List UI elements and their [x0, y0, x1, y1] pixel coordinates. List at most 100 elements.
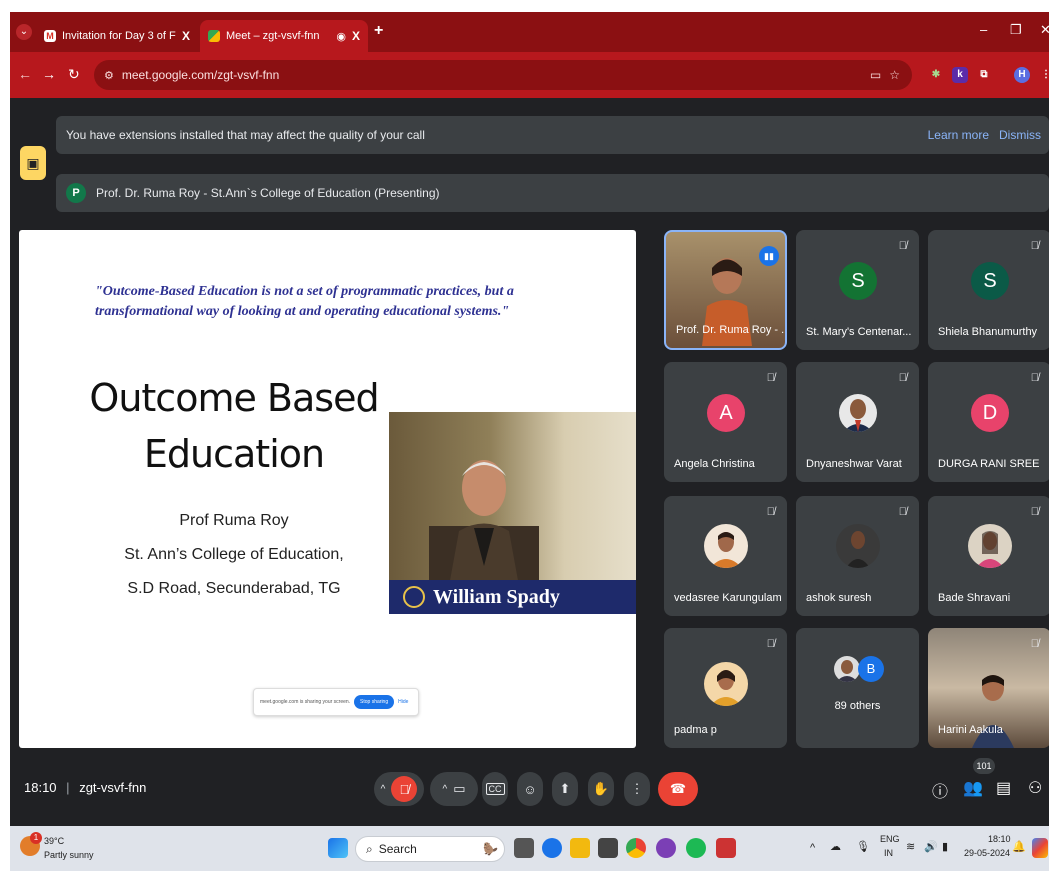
tab-close-button[interactable]: X	[182, 29, 190, 43]
mic-off-icon: 🎙̸	[898, 372, 907, 384]
chrome-icon[interactable]	[626, 838, 646, 858]
app-icon[interactable]	[716, 838, 736, 858]
participant-tile[interactable]: 🎙̸ ashok suresh	[796, 496, 919, 616]
participant-tile[interactable]: 🎙̸ Harini Aakula	[928, 628, 1049, 748]
taskbar-search[interactable]: ⌕ Search 🦫	[355, 836, 505, 862]
forward-icon[interactable]: →	[42, 66, 56, 82]
dismiss-button[interactable]: Dismiss	[999, 128, 1041, 142]
participant-tile[interactable]: 🎙̸ vedasree Karungulam	[664, 496, 787, 616]
search-highlight-icon: 🦫	[483, 842, 498, 856]
close-window-icon[interactable]: ✕	[1040, 22, 1049, 38]
participant-tile[interactable]: 🎙̸ Dnyaneshwar Varat	[796, 362, 919, 482]
stop-sharing-button[interactable]: Stop sharing	[354, 695, 395, 709]
meeting-time: 18:10	[24, 780, 57, 795]
back-icon[interactable]: ←	[18, 66, 32, 82]
hide-button[interactable]: Hide	[398, 699, 408, 705]
avatar	[839, 394, 877, 432]
participant-name: Bade Shravani	[938, 592, 1011, 604]
avatar	[834, 656, 860, 682]
screen-share-indicator-icon[interactable]: ▣	[20, 146, 46, 180]
mic-icon[interactable]: 🎙	[856, 840, 870, 853]
clock-date[interactable]: 29-05-2024	[964, 848, 1010, 858]
recording-icon: ◉	[336, 30, 346, 43]
slide-title-line1: Outcome Based	[89, 376, 379, 420]
slide-author: Prof Ruma Roy St. Ann’s College of Educa…	[79, 504, 389, 606]
emoji-button[interactable]: ☺	[517, 772, 543, 806]
battery-icon[interactable]: ▮	[942, 840, 948, 853]
participant-tile[interactable]: 🎙̸ A Angela Christina	[664, 362, 787, 482]
chat-icon[interactable]: ▤	[996, 778, 1011, 798]
file-explorer-icon[interactable]	[570, 838, 590, 858]
reload-icon[interactable]: ↻	[68, 66, 80, 83]
participant-tile[interactable]: 🎙̸ Bade Shravani	[928, 496, 1049, 616]
task-view-icon[interactable]	[514, 838, 534, 858]
new-tab-button[interactable]: +	[374, 22, 383, 40]
volume-icon[interactable]: 🔊	[924, 840, 938, 853]
camera-control[interactable]: ^ ▭	[430, 772, 478, 806]
language-line1[interactable]: ENG	[880, 834, 900, 844]
profile-avatar[interactable]: H	[1014, 67, 1030, 83]
others-tile[interactable]: B 89 others	[796, 628, 919, 748]
participant-tile[interactable]: 🎙̸ D DURGA RANI SREE	[928, 362, 1049, 482]
store-icon[interactable]	[598, 838, 618, 858]
extensions-puzzle-icon[interactable]: ⧉	[976, 67, 992, 83]
learn-more-link[interactable]: Learn more	[928, 128, 989, 142]
participant-name: padma p	[674, 724, 717, 736]
raise-hand-button[interactable]: ✋	[588, 772, 614, 806]
chevron-up-icon[interactable]: ^	[381, 784, 386, 795]
tab-close-button[interactable]: X	[352, 29, 360, 43]
tab-meet[interactable]: Meet – zgt-vsvf-fnn ◉ X	[200, 20, 368, 52]
slide-title-line2: Education	[143, 432, 325, 476]
clock-time[interactable]: 18:10	[988, 834, 1011, 844]
tab-gmail[interactable]: M Invitation for Day 3 of FEP goo X	[36, 20, 198, 52]
extension-k-icon[interactable]: k	[952, 67, 968, 83]
tab-search-icon[interactable]: ⌄	[16, 24, 32, 40]
avatar	[704, 524, 748, 568]
participant-tile[interactable]: 🎙̸ S St. Mary's Centenar...	[796, 230, 919, 350]
bookmark-star-icon[interactable]: ☆	[889, 68, 900, 82]
spotify-icon[interactable]	[686, 838, 706, 858]
captions-button[interactable]: CC	[482, 772, 508, 806]
participant-tile[interactable]: 🎙̸ padma p	[664, 628, 787, 748]
start-icon[interactable]	[328, 838, 348, 858]
leave-call-button[interactable]: ☎	[658, 772, 698, 806]
edge-icon[interactable]	[542, 838, 562, 858]
author-address: S.D Road, Secunderabad, TG	[127, 580, 341, 597]
install-icon[interactable]: ▭	[870, 68, 881, 82]
wifi-icon[interactable]: ≋	[906, 840, 915, 853]
url-bar[interactable]: ⚙ meet.google.com/zgt-vsvf-fnn ▭ ☆	[94, 60, 912, 90]
avatar: D	[971, 394, 1009, 432]
captions-icon: CC	[485, 783, 505, 795]
meeting-details-icon[interactable]: ⓘ	[932, 778, 948, 802]
hand-icon: ✋	[592, 781, 610, 796]
avatar: S	[839, 262, 877, 300]
site-info-icon[interactable]: ⚙	[104, 69, 114, 82]
mic-control[interactable]: ^ 🎙̸	[374, 772, 424, 806]
language-line2[interactable]: IN	[884, 848, 893, 858]
present-icon: ⬆	[559, 781, 571, 796]
people-icon[interactable]: 👥	[963, 778, 983, 798]
restore-icon[interactable]: ❐	[1010, 22, 1022, 38]
more-options-button[interactable]: ⋮	[624, 772, 650, 806]
participant-tile[interactable]: 🎙̸ S Shiela Bhanumurthy	[928, 230, 1049, 350]
participant-tile[interactable]: ▮▮ Prof. Dr. Ruma Roy - ...	[664, 230, 787, 350]
notification-app-icon[interactable]: ☁	[830, 840, 841, 853]
camera-icon[interactable]: ▭	[453, 781, 465, 797]
participant-name: ashok suresh	[806, 592, 872, 604]
chevron-up-icon[interactable]: ^	[443, 784, 448, 795]
chevron-up-icon[interactable]: ^	[810, 842, 815, 854]
notification-bell-icon[interactable]: 🔔	[1012, 840, 1026, 853]
chrome-profile-icon[interactable]	[656, 838, 676, 858]
minimize-icon[interactable]: –	[980, 22, 987, 37]
extensions-banner: You have extensions installed that may a…	[56, 116, 1049, 154]
participant-name: DURGA RANI SREE	[938, 458, 1040, 470]
present-button[interactable]: ⬆	[552, 772, 578, 806]
mic-off-icon: 🎙̸	[766, 372, 775, 384]
mic-off-icon[interactable]: 🎙̸	[391, 776, 418, 802]
activities-icon[interactable]: ⚇	[1028, 778, 1042, 798]
participant-video	[972, 675, 1014, 748]
mic-off-icon: 🎙̸	[898, 506, 907, 518]
browser-menu-icon[interactable]: ⋮	[1038, 67, 1049, 83]
copilot-icon[interactable]	[1032, 838, 1048, 858]
extension-icon[interactable]: ✱	[928, 67, 944, 83]
